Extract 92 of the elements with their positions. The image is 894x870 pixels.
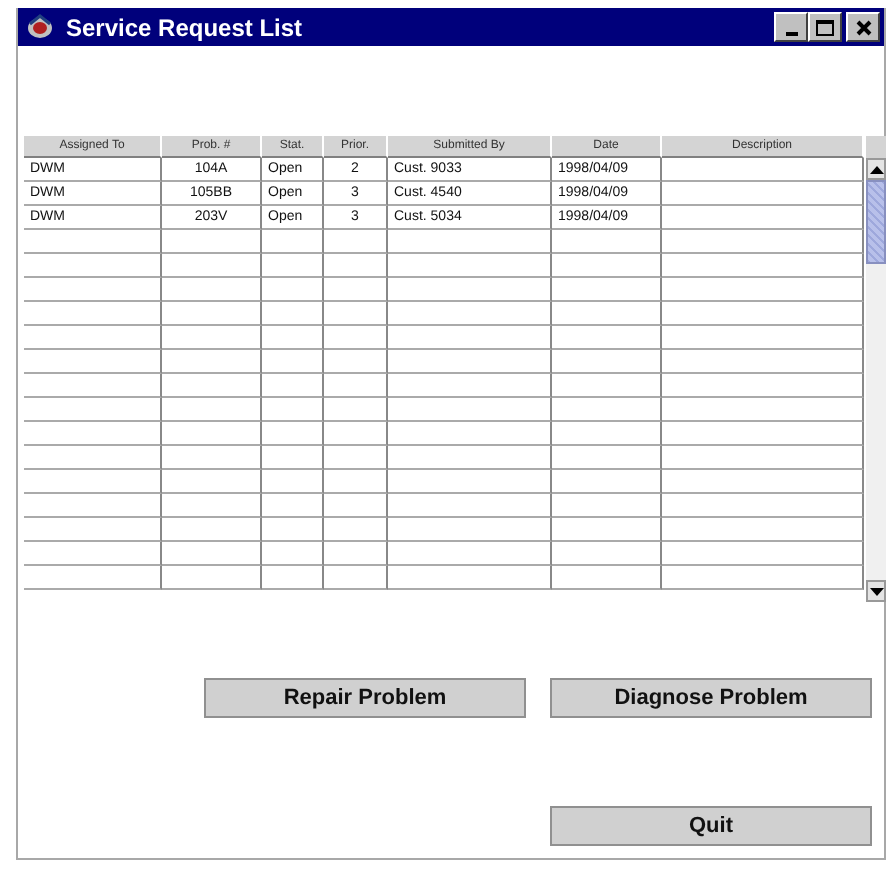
maximize-icon bbox=[816, 19, 834, 35]
table-cell bbox=[24, 374, 162, 398]
table-cell bbox=[552, 350, 662, 374]
table-cell bbox=[24, 566, 162, 590]
table-cell bbox=[24, 518, 162, 542]
table-cell bbox=[24, 326, 162, 350]
table-cell bbox=[552, 422, 662, 446]
table-cell bbox=[162, 302, 262, 326]
down-arrow-icon bbox=[869, 587, 883, 595]
action-button[interactable]: Repair Problem bbox=[204, 678, 526, 718]
table-cell bbox=[324, 278, 388, 302]
table-cell bbox=[552, 302, 662, 326]
table-cell bbox=[24, 446, 162, 470]
table-cell bbox=[324, 254, 388, 278]
table-cell bbox=[552, 254, 662, 278]
table-cell bbox=[162, 230, 262, 254]
table-cell bbox=[324, 518, 388, 542]
scrollbar-corner bbox=[866, 136, 886, 158]
table-cell bbox=[552, 398, 662, 422]
minimize-icon bbox=[785, 31, 797, 35]
table-cell bbox=[324, 470, 388, 494]
table-cell bbox=[162, 254, 262, 278]
table-cell bbox=[162, 422, 262, 446]
app-icon bbox=[26, 14, 54, 40]
table-cell bbox=[162, 470, 262, 494]
table-cell bbox=[262, 302, 324, 326]
table-cell bbox=[262, 278, 324, 302]
quit-button[interactable]: Quit bbox=[550, 806, 872, 846]
table-cell bbox=[162, 518, 262, 542]
table-cell bbox=[552, 494, 662, 518]
table-cell bbox=[262, 230, 324, 254]
table-cell bbox=[162, 326, 262, 350]
table-cell bbox=[162, 398, 262, 422]
table-cell bbox=[262, 446, 324, 470]
scroll-up-button[interactable] bbox=[866, 158, 886, 180]
table-cell bbox=[552, 446, 662, 470]
table-cell bbox=[324, 326, 388, 350]
table-cell bbox=[324, 494, 388, 518]
table-cell bbox=[324, 230, 388, 254]
table-cell bbox=[324, 542, 388, 566]
table-cell bbox=[262, 398, 324, 422]
table-cell bbox=[24, 302, 162, 326]
table-cell bbox=[24, 350, 162, 374]
table-cell bbox=[324, 398, 388, 422]
up-arrow-icon bbox=[869, 165, 883, 173]
table-cell bbox=[324, 374, 388, 398]
table-cell bbox=[324, 350, 388, 374]
table-cell bbox=[262, 374, 324, 398]
table-cell bbox=[552, 374, 662, 398]
table-cell bbox=[552, 518, 662, 542]
table-cell bbox=[262, 494, 324, 518]
table-cell bbox=[162, 542, 262, 566]
table-cell bbox=[324, 422, 388, 446]
table-cell bbox=[552, 326, 662, 350]
table-cell bbox=[162, 350, 262, 374]
table-cell bbox=[162, 278, 262, 302]
window-title: Service Request List bbox=[66, 13, 305, 41]
table-cell bbox=[162, 566, 262, 590]
table-cell bbox=[162, 374, 262, 398]
minimize-button[interactable] bbox=[774, 12, 808, 42]
table-cell bbox=[262, 350, 324, 374]
table-cell bbox=[324, 566, 388, 590]
table-cell bbox=[262, 326, 324, 350]
maximize-button[interactable] bbox=[808, 12, 842, 42]
scroll-down-button[interactable] bbox=[866, 580, 886, 602]
action-button[interactable]: Diagnose Problem bbox=[550, 678, 872, 718]
table-cell bbox=[552, 278, 662, 302]
close-button[interactable] bbox=[846, 12, 880, 42]
table-cell bbox=[262, 542, 324, 566]
table-cell bbox=[262, 422, 324, 446]
close-icon bbox=[855, 19, 871, 35]
table-cell bbox=[324, 302, 388, 326]
table-cell bbox=[552, 470, 662, 494]
table-cell bbox=[24, 494, 162, 518]
table-cell bbox=[24, 542, 162, 566]
table-cell bbox=[24, 398, 162, 422]
table-cell bbox=[262, 566, 324, 590]
table-cell bbox=[24, 254, 162, 278]
table-cell bbox=[552, 230, 662, 254]
table-cell bbox=[24, 470, 162, 494]
table-cell bbox=[24, 422, 162, 446]
table-cell bbox=[262, 254, 324, 278]
table-cell bbox=[262, 518, 324, 542]
table-cell bbox=[24, 278, 162, 302]
table-cell bbox=[24, 230, 162, 254]
table-cell bbox=[552, 566, 662, 590]
table-cell bbox=[552, 542, 662, 566]
table-cell bbox=[162, 446, 262, 470]
table-cell bbox=[162, 494, 262, 518]
table-cell bbox=[262, 470, 324, 494]
scrollbar-thumb[interactable] bbox=[866, 180, 886, 264]
table-cell bbox=[324, 446, 388, 470]
